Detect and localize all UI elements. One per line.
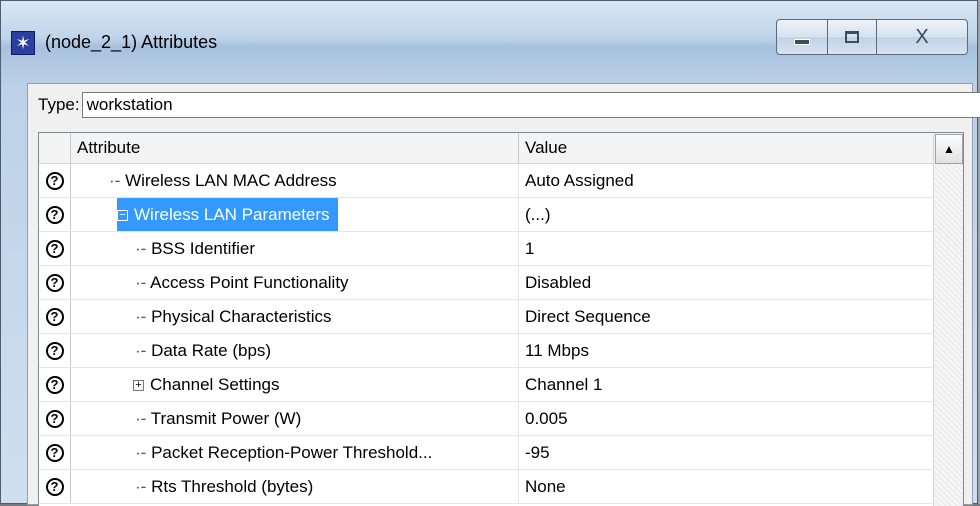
attribute-name: Access Point Functionality [150, 273, 349, 292]
help-icon[interactable]: ? [45, 375, 64, 394]
attribute-name: Channel Settings [150, 375, 280, 394]
help-icon[interactable]: ? [45, 205, 64, 224]
vertical-scrollbar[interactable]: ▲ [933, 133, 963, 506]
attribute-name: Wireless LAN MAC Address [125, 171, 337, 190]
attribute-name: Packet Reception-Power Threshold... [151, 443, 433, 462]
attribute-value[interactable]: 0.005 [519, 402, 934, 435]
attribute-name: Wireless LAN Parameters [134, 205, 330, 224]
help-icon-cell[interactable]: ? [39, 470, 71, 503]
maximize-icon [845, 31, 859, 43]
help-icon[interactable]: ? [45, 341, 64, 360]
attribute-value[interactable]: -95 [519, 436, 934, 469]
dialog-client-area: Type: Attribute Value ? ·- Wireless LAN … [27, 83, 980, 506]
tree-connector: ·- [135, 409, 147, 428]
tree-connector: ·- [135, 477, 147, 496]
help-icon[interactable]: ? [45, 239, 64, 258]
maximize-button[interactable] [827, 19, 877, 55]
attribute-value[interactable]: 1 [519, 232, 934, 265]
tree-connector: ·- [135, 443, 147, 462]
attribute-value[interactable]: Auto Assigned [519, 164, 934, 197]
type-label: Type: [38, 95, 80, 114]
help-icon-cell[interactable]: ? [39, 436, 71, 469]
table-row[interactable]: ? ·- Data Rate (bps) 11 Mbps [39, 334, 934, 368]
minimize-button[interactable] [776, 19, 828, 55]
help-icon[interactable]: ? [45, 273, 64, 292]
grid-header: Attribute Value [39, 133, 934, 164]
attribute-value[interactable]: 11 Mbps [519, 334, 934, 367]
minus-box-icon[interactable]: − [117, 210, 128, 222]
help-icon-cell[interactable]: ? [39, 368, 71, 401]
table-row[interactable]: ? ·- Access Point Functionality Disabled [39, 266, 934, 300]
help-icon[interactable]: ? [45, 443, 64, 462]
table-row[interactable]: ? ·- Physical Characteristics Direct Seq… [39, 300, 934, 334]
help-icon[interactable]: ? [45, 477, 64, 496]
tree-connector: ·- [135, 341, 147, 360]
scroll-up-button[interactable]: ▲ [935, 134, 963, 164]
help-icon[interactable]: ? [45, 307, 64, 326]
table-row[interactable]: ? ·- BSS Identifier 1 [39, 232, 934, 266]
attribute-grid: Attribute Value ? ·- Wireless LAN MAC Ad… [38, 132, 964, 506]
help-icon-cell[interactable]: ? [39, 164, 71, 197]
table-row[interactable]: ? ·- Packet Reception-Power Threshold...… [39, 436, 934, 470]
table-row[interactable]: ? − Wireless LAN Parameters (...) [39, 198, 934, 232]
type-row: Type: [38, 90, 980, 120]
attribute-value[interactable]: Disabled [519, 266, 934, 299]
attribute-name: Transmit Power (W) [150, 409, 302, 428]
type-field[interactable] [81, 92, 980, 118]
close-button[interactable]: X [876, 19, 968, 55]
help-icon-cell[interactable]: ? [39, 266, 71, 299]
attribute-value[interactable]: Direct Sequence [519, 300, 934, 333]
help-icon-cell[interactable]: ? [39, 198, 71, 231]
help-icon-cell[interactable]: ? [39, 334, 71, 367]
attribute-name: Physical Characteristics [151, 307, 332, 326]
header-icon-column [39, 133, 71, 163]
close-icon: X [915, 25, 929, 48]
help-icon-cell[interactable]: ? [39, 300, 71, 333]
table-row[interactable]: ? + Channel Settings Channel 1 [39, 368, 934, 402]
column-header-attribute[interactable]: Attribute [71, 133, 519, 163]
plus-box-icon[interactable]: + [133, 380, 144, 392]
help-icon[interactable]: ? [45, 409, 64, 428]
window-title: (node_2_1) Attributes [45, 32, 218, 52]
attribute-name: Rts Threshold (bytes) [151, 477, 314, 496]
scrollbar-track[interactable] [935, 165, 963, 505]
title-bar[interactable]: ✶ (node_2_1) Attributes X [1, 1, 977, 83]
attributes-window: ✶ (node_2_1) Attributes X Type: Attribut… [0, 0, 980, 506]
tree-connector: ·- [135, 239, 147, 258]
help-icon-cell[interactable]: ? [39, 232, 71, 265]
column-header-value[interactable]: Value [519, 133, 934, 163]
workstation-app-icon: ✶ [11, 31, 35, 55]
grid-rows: ? ·- Wireless LAN MAC Address Auto Assig… [39, 164, 934, 504]
help-icon[interactable]: ? [45, 171, 64, 190]
attribute-value[interactable]: (...) [519, 198, 934, 231]
table-row[interactable]: ? ·- Rts Threshold (bytes) None [39, 470, 934, 504]
attribute-value[interactable]: None [519, 470, 934, 503]
attribute-name: BSS Identifier [151, 239, 256, 258]
up-arrow-icon: ▲ [943, 142, 955, 156]
minimize-icon [794, 39, 810, 45]
attribute-name: Data Rate (bps) [151, 341, 272, 360]
tree-connector: ·- [135, 273, 147, 292]
table-row[interactable]: ? ·- Wireless LAN MAC Address Auto Assig… [39, 164, 934, 198]
attribute-value[interactable]: Channel 1 [519, 368, 934, 401]
help-icon-cell[interactable]: ? [39, 402, 71, 435]
table-row[interactable]: ? ·- Transmit Power (W) 0.005 [39, 402, 934, 436]
tree-connector: ·- [109, 171, 121, 190]
tree-connector: ·- [135, 307, 147, 326]
